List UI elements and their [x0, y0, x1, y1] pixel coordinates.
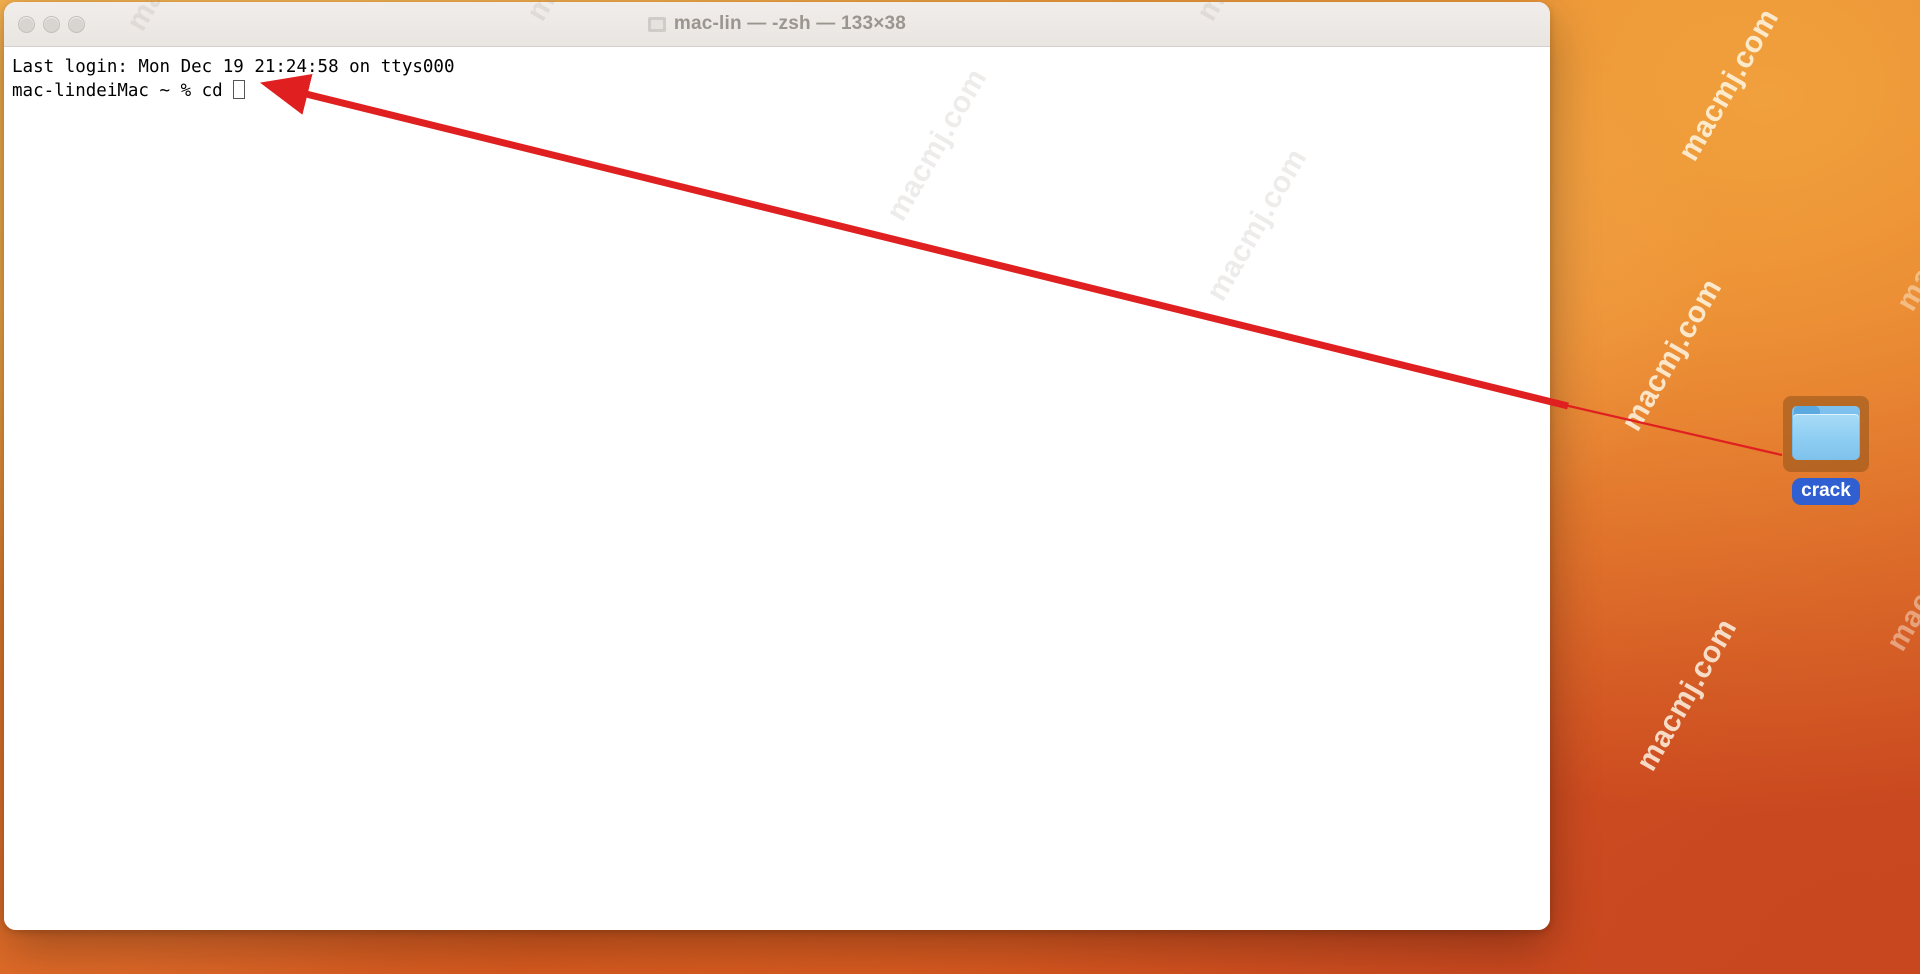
folder-icon: [1792, 406, 1860, 462]
terminal-window[interactable]: mac-lin — -zsh — 133×38 Last login: Mon …: [4, 2, 1550, 930]
desktop-screen: macmj.com macmj.com macmj.com macmj.com …: [0, 0, 1920, 974]
terminal-output-area[interactable]: Last login: Mon Dec 19 21:24:58 on ttys0…: [4, 47, 1550, 930]
terminal-cursor: [233, 80, 246, 99]
close-button[interactable]: [18, 15, 35, 33]
terminal-line-last-login: Last login: Mon Dec 19 21:24:58 on ttys0…: [12, 57, 455, 77]
window-title: mac-lin — -zsh — 133×38: [673, 13, 907, 34]
folder-selection-highlight: [1783, 396, 1869, 472]
window-controls[interactable]: [18, 15, 85, 33]
desktop-icon-label: crack: [1792, 478, 1860, 505]
terminal-prompt-text: mac-lindeiMac ~ % cd: [12, 81, 234, 101]
desktop-icon-crack[interactable]: crack: [1778, 396, 1874, 505]
window-title-group: mac-lin — -zsh — 133×38: [4, 13, 1550, 35]
zoom-button[interactable]: [68, 15, 85, 33]
window-titlebar[interactable]: mac-lin — -zsh — 133×38: [4, 2, 1550, 47]
terminal-prompt-line[interactable]: mac-lindeiMac ~ % cd: [12, 79, 1540, 103]
folder-icon: [647, 16, 666, 32]
minimize-button[interactable]: [43, 15, 60, 33]
